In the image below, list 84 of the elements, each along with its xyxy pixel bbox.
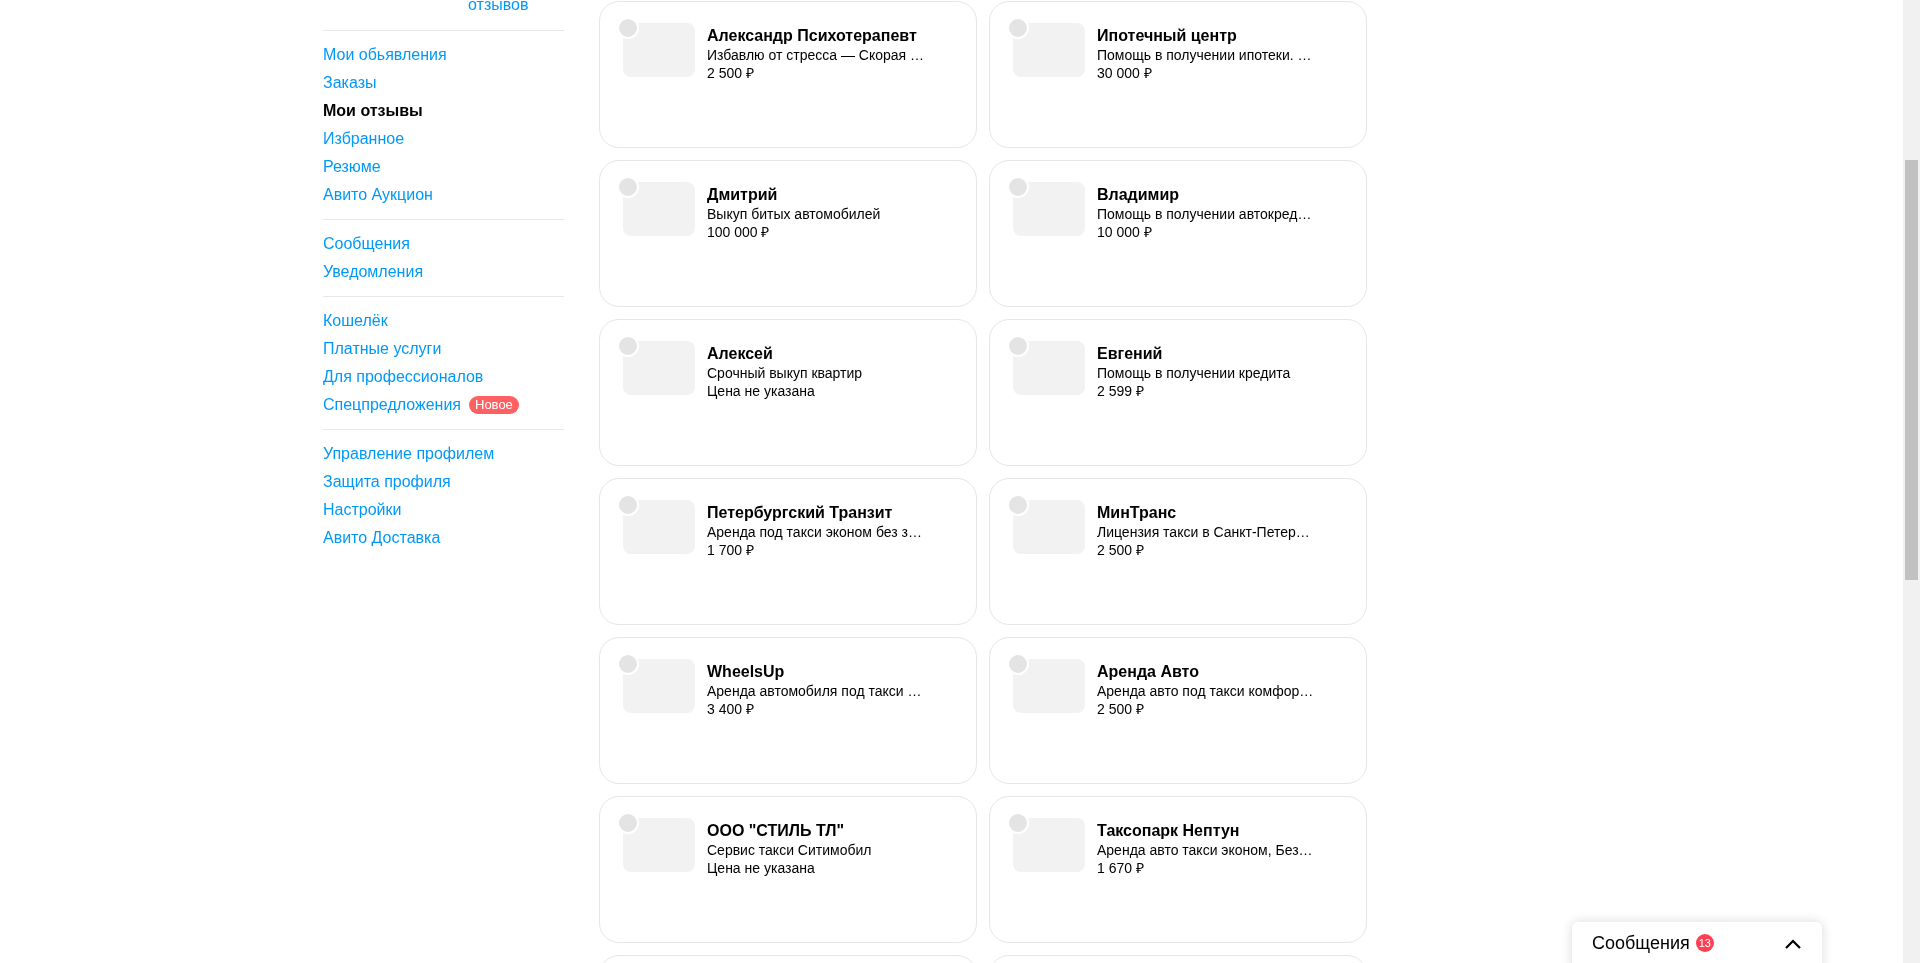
image-placeholder	[1013, 659, 1085, 713]
card-description: Выкуп битых автомобилей	[707, 205, 881, 223]
sidebar-link[interactable]: Защита профиля	[323, 470, 451, 494]
card-description: Аренда автомобиля под такси …	[707, 682, 922, 700]
listing-card[interactable]: МинТранс Лицензия такси в Санкт-Петер… 2 500 ₽	[989, 478, 1367, 625]
card-price: Цена не указана	[707, 382, 816, 400]
new-badge: Новое	[469, 396, 519, 414]
card-price: 2 500 ₽	[707, 64, 755, 82]
card-price: 2 500 ₽	[1097, 541, 1145, 559]
card-price: 1 700 ₽	[707, 541, 755, 559]
image-placeholder	[623, 23, 695, 77]
listing-card[interactable]: Дмитрий Выкуп битых автомобилей 100 000 ₽	[599, 160, 977, 307]
listing-card[interactable]: Алексей Срочный выкуп квартир Цена не указана	[599, 319, 977, 466]
image-placeholder	[1013, 23, 1085, 77]
listing-card[interactable]: Петербургский Транзит Аренда под такси эконом без з… 1 700 ₽	[599, 478, 977, 625]
card-title: Владимир	[1097, 185, 1181, 205]
listing-card[interactable]: Александр Психотерапевт Избавлю от стресса — Скорая … 2 500 ₽	[599, 1, 977, 148]
sidebar-link[interactable]: Сообщения	[323, 232, 410, 256]
image-placeholder	[623, 341, 695, 395]
card-title: МинТранс	[1097, 503, 1178, 523]
image-placeholder	[623, 818, 695, 872]
listing-card[interactable]: WheelsUp Аренда автомобиля под такси … 3 400 ₽	[599, 637, 977, 784]
sidebar-link[interactable]: Управление профилем	[323, 442, 495, 466]
card-title: ООО "СТИЛЬ ТЛ"	[707, 821, 846, 841]
listing-card[interactable]: Таксопарк Нептун Аренда авто такси эконом, Без… 1 670 ₽	[989, 796, 1367, 943]
sidebar-link[interactable]: Спецпредложения	[323, 393, 461, 417]
card-description: Помощь в получении ипотеки. …	[1097, 46, 1312, 64]
messages-widget[interactable]: Сообщения 13	[1572, 922, 1822, 963]
card-description: Сервис такси Ситимобил	[707, 841, 872, 859]
sidebar-link[interactable]: Заказы	[323, 71, 377, 95]
image-placeholder	[1013, 341, 1085, 395]
chevron-up-icon[interactable]	[1784, 938, 1802, 950]
listing-card[interactable]: ООО "СТИЛЬ ТЛ" Сервис такси Ситимобил Цена не указана	[599, 796, 977, 943]
scrollbar-thumb[interactable]	[1905, 160, 1918, 580]
card-description: Срочный выкуп квартир	[707, 364, 863, 382]
sidebar-link[interactable]: Для профессионалов	[323, 365, 484, 389]
image-placeholder	[1013, 818, 1085, 872]
card-description: Аренда под такси эконом без з…	[707, 523, 922, 541]
unread-count-badge: 13	[1695, 934, 1714, 952]
card-title: Евгений	[1097, 344, 1164, 364]
listing-card[interactable]: Владимир Помощь в получении автокред… 10 000 ₽	[989, 160, 1367, 307]
image-placeholder	[1013, 182, 1085, 236]
card-title: Алексей	[707, 344, 774, 364]
card-title: Таксопарк Нептун	[1097, 821, 1241, 841]
sidebar-link[interactable]: Авито Аукцион	[323, 183, 433, 207]
sidebar-link[interactable]: Уведомления	[323, 260, 424, 284]
card-price: Цена не указана	[707, 859, 816, 877]
image-placeholder	[623, 182, 695, 236]
card-description: Помощь в получении автокред…	[1097, 205, 1312, 223]
scrollbar[interactable]	[1903, 0, 1920, 963]
card-title: Александр Психотерапевт	[707, 26, 918, 46]
card-price: 30 000 ₽	[1097, 64, 1153, 82]
sidebar-link[interactable]: Резюме	[323, 155, 381, 179]
sidebar-link[interactable]: Авито Доставка	[323, 526, 441, 550]
card-title: WheelsUp	[707, 662, 786, 682]
card-description: Лицензия такси в Санкт-Петер…	[1097, 523, 1310, 541]
image-placeholder	[1013, 500, 1085, 554]
card-title: Дмитрий	[707, 185, 779, 205]
sidebar-link[interactable]: Мои обьявления	[323, 43, 447, 67]
listing-card[interactable]: Ипотечный центр Помощь в получении ипотеки. … 30 000 ₽	[989, 1, 1367, 148]
card-price: 2 599 ₽	[1097, 382, 1145, 400]
card-title: Аренда Авто	[1097, 662, 1200, 682]
listing-card[interactable]: Аренда Авто Аренда авто под такси комфор… 2 500 ₽	[989, 637, 1367, 784]
card-price: 10 000 ₽	[1097, 223, 1153, 241]
reviews-count-link[interactable]: отзывов	[468, 0, 529, 13]
image-placeholder	[623, 500, 695, 554]
card-title: Ипотечный центр	[1097, 26, 1238, 46]
card-description: Аренда авто такси эконом, Без…	[1097, 841, 1313, 859]
sidebar-link[interactable]: Мои отзывы	[323, 99, 423, 123]
card-description: Аренда авто под такси комфор…	[1097, 682, 1314, 700]
card-price: 100 000 ₽	[707, 223, 771, 241]
card-price: 1 670 ₽	[1097, 859, 1145, 877]
sidebar-link[interactable]: Кошелёк	[323, 309, 388, 333]
messages-title: Сообщения	[1592, 932, 1690, 954]
card-title: Петербургский Транзит	[707, 503, 894, 523]
sidebar-link[interactable]: Платные услуги	[323, 337, 442, 361]
image-placeholder	[623, 659, 695, 713]
sidebar-link[interactable]: Настройки	[323, 498, 402, 522]
listing-card[interactable]: Евгений Помощь в получении кредита 2 599 ₽	[989, 319, 1367, 466]
card-description: Помощь в получении кредита	[1097, 364, 1291, 382]
sidebar-link[interactable]: Избранное	[323, 127, 405, 151]
card-price: 3 400 ₽	[707, 700, 755, 718]
card-description: Избавлю от стресса — Скорая …	[707, 46, 925, 64]
card-price: 2 500 ₽	[1097, 700, 1145, 718]
